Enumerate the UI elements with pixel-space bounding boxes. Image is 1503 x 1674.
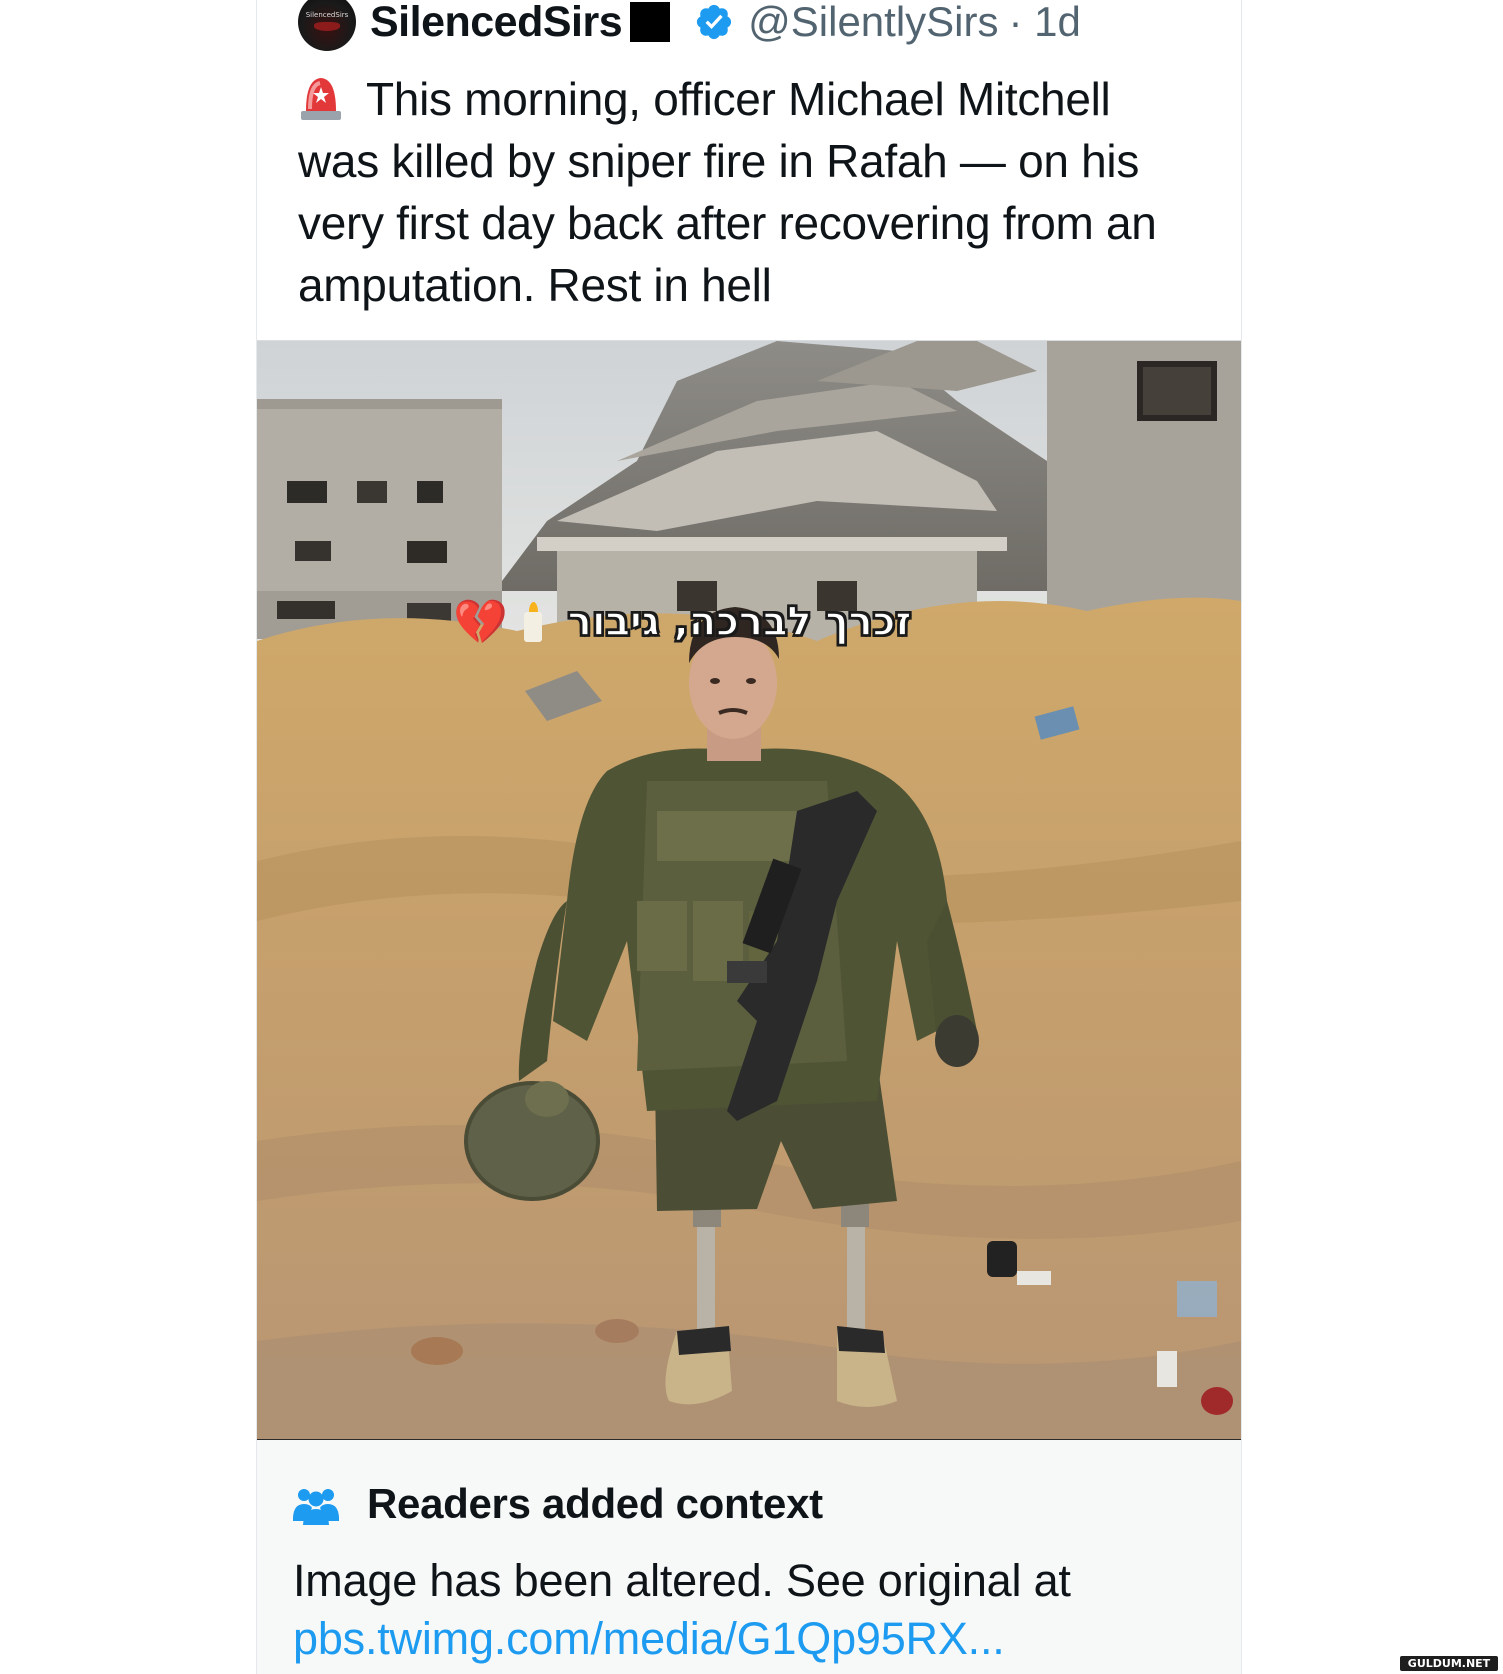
tweet-card[interactable]: SilencedSirs SilencedSirs @SilentlySirs …	[256, 0, 1242, 1674]
people-icon	[293, 1489, 339, 1525]
community-note[interactable]: Readers added context Image has been alt…	[257, 1440, 1241, 1674]
photo-overlay-caption: 💔 זכרך לברכה, גיבור	[453, 592, 912, 652]
community-note-body: Image has been altered. See original at …	[293, 1552, 1213, 1668]
overlay-hebrew-text: זכרך לברכה, גיבור	[567, 598, 912, 646]
candle-icon	[522, 602, 542, 642]
display-name[interactable]: SilencedSirs	[370, 0, 623, 47]
tweet-photo[interactable]: 💔 זכרך לברכה, גיבור	[257, 340, 1241, 1441]
community-note-header: Readers added context	[291, 1480, 823, 1528]
avatar[interactable]: SilencedSirs	[298, 0, 356, 51]
broken-heart-icon: 💔	[453, 598, 508, 647]
tweet-body: This morning, officer Michael Mitchell w…	[298, 73, 1157, 311]
avatar-logo-mark	[314, 22, 340, 31]
community-note-title: Readers added context	[367, 1480, 823, 1527]
user-handle[interactable]: @SilentlySirs	[748, 0, 998, 46]
site-watermark: GULDUM.NET	[1400, 1656, 1498, 1671]
black-square-emoji	[630, 2, 671, 42]
verified-badge-icon	[697, 4, 732, 40]
community-note-link[interactable]: pbs.twimg.com/media/G1Qp95RX...	[293, 1610, 1213, 1668]
tweet-header: SilencedSirs SilencedSirs @SilentlySirs …	[298, 0, 1081, 51]
photo-image	[257, 341, 1241, 1439]
tweet-text: This morning, officer Michael Mitchell w…	[298, 68, 1198, 316]
timestamp[interactable]: · 1d	[1009, 0, 1081, 46]
avatar-text: SilencedSirs	[305, 11, 349, 19]
police-siren-icon	[301, 78, 341, 120]
community-note-text: Image has been altered. See original at	[293, 1555, 1071, 1606]
